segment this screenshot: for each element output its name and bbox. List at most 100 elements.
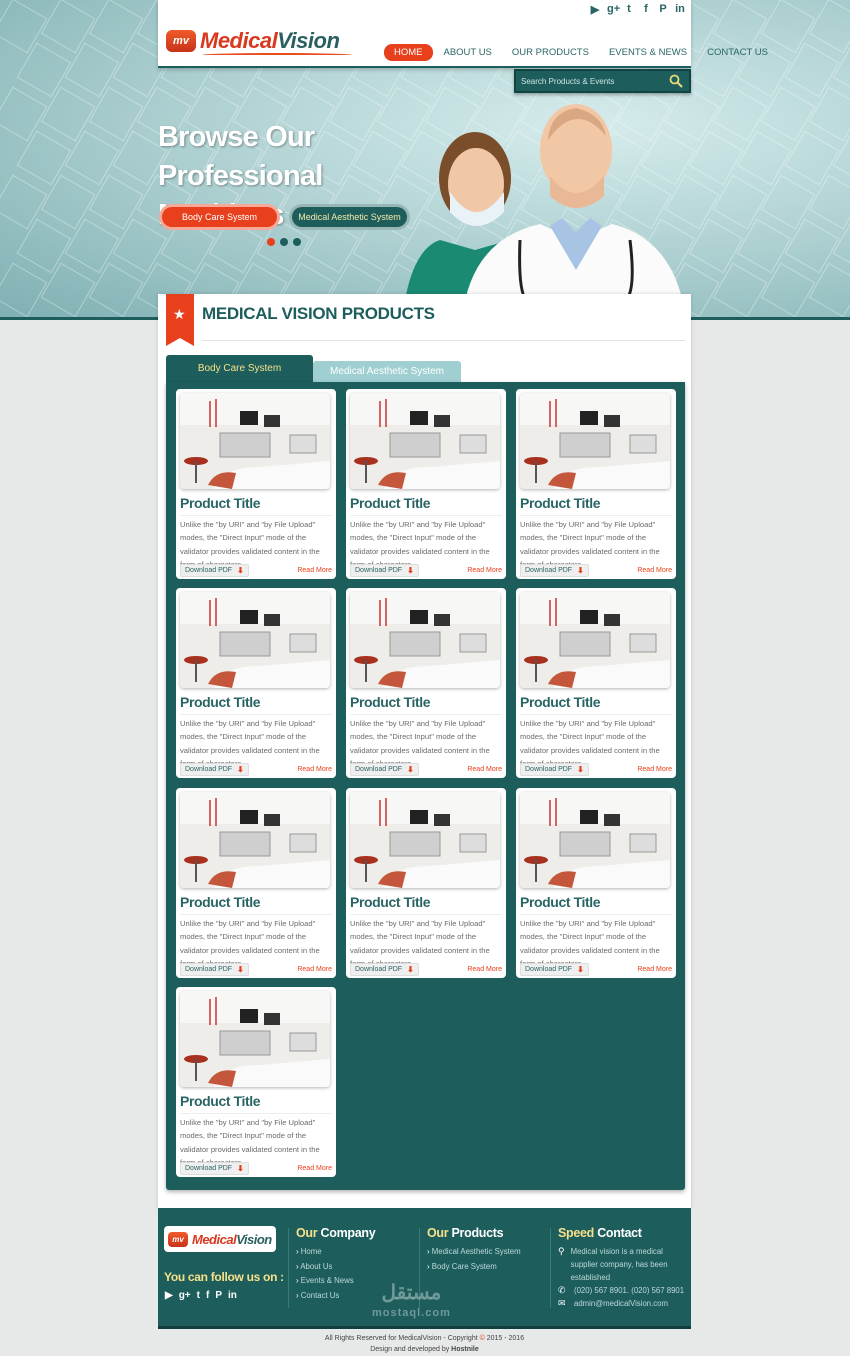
footer-link-medical-aesthetic[interactable]: Medical Aesthetic System bbox=[427, 1245, 521, 1260]
download-pdf-button[interactable]: Download PDF ⬇ bbox=[520, 962, 589, 976]
footer-link-about-us[interactable]: About Us bbox=[296, 1260, 375, 1275]
footer-link-body-care[interactable]: Body Care System bbox=[427, 1260, 521, 1275]
download-pdf-button[interactable]: Download PDF ⬇ bbox=[180, 563, 249, 577]
read-more-link[interactable]: Read More bbox=[297, 766, 332, 773]
twitter-icon[interactable]: t bbox=[624, 3, 634, 16]
product-card[interactable]: Product Title Unlike the "by URI" and "b… bbox=[346, 389, 506, 579]
product-image[interactable] bbox=[180, 792, 330, 888]
product-image[interactable] bbox=[180, 393, 330, 489]
read-more-link[interactable]: Read More bbox=[637, 966, 672, 973]
contact-email[interactable]: ✉ admin@medicalVision.com bbox=[558, 1297, 686, 1310]
download-pdf-button[interactable]: Download PDF ⬇ bbox=[350, 962, 419, 976]
download-pdf-button[interactable]: Download PDF ⬇ bbox=[520, 762, 589, 776]
product-title[interactable]: Product Title bbox=[520, 495, 672, 511]
footer-link-home[interactable]: Home bbox=[296, 1245, 375, 1260]
product-image[interactable] bbox=[350, 792, 500, 888]
download-icon: ⬇ bbox=[407, 964, 414, 974]
product-card[interactable]: Product Title Unlike the "by URI" and "b… bbox=[346, 788, 506, 978]
slider-dot-3[interactable] bbox=[293, 238, 301, 246]
product-description: Unlike the "by URI" and "by File Upload"… bbox=[180, 1113, 332, 1169]
footer-divider bbox=[550, 1228, 551, 1308]
slider-dot-2[interactable] bbox=[280, 238, 288, 246]
logo-swoosh bbox=[202, 53, 352, 57]
nav-contact-us[interactable]: CONTACT US bbox=[698, 44, 777, 61]
product-title[interactable]: Product Title bbox=[350, 694, 502, 710]
product-card[interactable]: Product Title Unlike the "by URI" and "b… bbox=[516, 389, 676, 579]
product-image[interactable] bbox=[520, 393, 670, 489]
search-icon[interactable] bbox=[669, 74, 683, 88]
slider-dot-1[interactable] bbox=[267, 238, 275, 246]
download-pdf-button[interactable]: Download PDF ⬇ bbox=[180, 1161, 249, 1175]
product-image[interactable] bbox=[180, 592, 330, 688]
product-title[interactable]: Product Title bbox=[350, 894, 502, 910]
twitter-icon[interactable]: t bbox=[197, 1290, 200, 1301]
youtube-icon[interactable]: ▶ bbox=[165, 1290, 173, 1301]
footer-link-contact-us[interactable]: Contact Us bbox=[296, 1289, 375, 1304]
read-more-link[interactable]: Read More bbox=[467, 567, 502, 574]
product-title[interactable]: Product Title bbox=[180, 495, 332, 511]
google-plus-icon[interactable]: g+ bbox=[607, 3, 620, 16]
footer-link-events-news[interactable]: Events & News bbox=[296, 1274, 375, 1289]
facebook-icon[interactable]: f bbox=[641, 3, 651, 16]
hex-pattern bbox=[0, 262, 48, 317]
youtube-icon[interactable]: ▶ bbox=[590, 3, 600, 16]
product-title[interactable]: Product Title bbox=[180, 1093, 332, 1109]
download-pdf-button[interactable]: Download PDF ⬇ bbox=[180, 762, 249, 776]
read-more-link[interactable]: Read More bbox=[637, 567, 672, 574]
product-card[interactable]: Product Title Unlike the "by URI" and "b… bbox=[516, 588, 676, 778]
facebook-icon[interactable]: f bbox=[206, 1290, 209, 1301]
read-more-link[interactable]: Read More bbox=[467, 766, 502, 773]
nav-events-news[interactable]: EVENTS & NEWS bbox=[600, 44, 696, 61]
contact-address: ⚲ Medical vision is a medical supplier c… bbox=[558, 1246, 668, 1282]
slider-dots bbox=[267, 238, 301, 246]
read-more-link[interactable]: Read More bbox=[637, 766, 672, 773]
read-more-link[interactable]: Read More bbox=[297, 966, 332, 973]
read-more-link[interactable]: Read More bbox=[297, 1165, 332, 1172]
logo[interactable]: mv MedicalVision bbox=[166, 26, 352, 56]
product-image[interactable] bbox=[520, 792, 670, 888]
hex-pattern bbox=[808, 0, 850, 54]
linkedin-icon[interactable]: in bbox=[228, 1290, 237, 1301]
search-input[interactable] bbox=[516, 71, 666, 92]
nav-about-us[interactable]: ABOUT US bbox=[435, 44, 501, 61]
footer-logo[interactable]: mv MedicalVision bbox=[164, 1226, 276, 1252]
tab-body-care-system[interactable]: Body Care System bbox=[166, 355, 313, 382]
download-icon: ⬇ bbox=[407, 565, 414, 575]
main-nav: HOME ABOUT US OUR PRODUCTS EVENTS & NEWS… bbox=[384, 44, 779, 61]
nav-our-products[interactable]: OUR PRODUCTS bbox=[503, 44, 598, 61]
product-card[interactable]: Product Title Unlike the "by URI" and "b… bbox=[516, 788, 676, 978]
product-image[interactable] bbox=[180, 991, 330, 1087]
download-pdf-button[interactable]: Download PDF ⬇ bbox=[350, 762, 419, 776]
product-image[interactable] bbox=[520, 592, 670, 688]
hero-medical-aesthetic-button[interactable]: Medical Aesthetic System bbox=[289, 204, 410, 230]
product-image[interactable] bbox=[350, 393, 500, 489]
download-pdf-button[interactable]: Download PDF ⬇ bbox=[350, 563, 419, 577]
product-image[interactable] bbox=[350, 592, 500, 688]
pinterest-icon[interactable]: P bbox=[215, 1290, 222, 1301]
product-card[interactable]: Product Title Unlike the "by URI" and "b… bbox=[176, 788, 336, 978]
read-more-link[interactable]: Read More bbox=[297, 567, 332, 574]
product-description: Unlike the "by URI" and "by File Upload"… bbox=[180, 714, 332, 770]
pinterest-icon[interactable]: P bbox=[658, 3, 668, 16]
product-card[interactable]: Product Title Unlike the "by URI" and "b… bbox=[176, 389, 336, 579]
download-pdf-button[interactable]: Download PDF ⬇ bbox=[520, 563, 589, 577]
footer-divider bbox=[288, 1228, 289, 1308]
tab-medical-aesthetic-system[interactable]: Medical Aesthetic System bbox=[313, 361, 461, 382]
nav-home[interactable]: HOME bbox=[384, 44, 433, 61]
product-title[interactable]: Product Title bbox=[180, 894, 332, 910]
product-title[interactable]: Product Title bbox=[520, 694, 672, 710]
download-pdf-button[interactable]: Download PDF ⬇ bbox=[180, 962, 249, 976]
social-links-footer: ▶ g+ t f P in bbox=[165, 1290, 237, 1301]
google-plus-icon[interactable]: g+ bbox=[179, 1290, 191, 1301]
footer-products-heading: Our Products bbox=[427, 1226, 504, 1240]
product-title[interactable]: Product Title bbox=[350, 495, 502, 511]
hero-body-care-button[interactable]: Body Care System bbox=[159, 204, 280, 230]
product-card[interactable]: Product Title Unlike the "by URI" and "b… bbox=[346, 588, 506, 778]
product-card[interactable]: Product Title Unlike the "by URI" and "b… bbox=[176, 987, 336, 1177]
product-title[interactable]: Product Title bbox=[520, 894, 672, 910]
product-title[interactable]: Product Title bbox=[180, 694, 332, 710]
product-card[interactable]: Product Title Unlike the "by URI" and "b… bbox=[176, 588, 336, 778]
read-more-link[interactable]: Read More bbox=[467, 966, 502, 973]
download-icon: ⬇ bbox=[237, 964, 244, 974]
linkedin-icon[interactable]: in bbox=[675, 3, 685, 16]
